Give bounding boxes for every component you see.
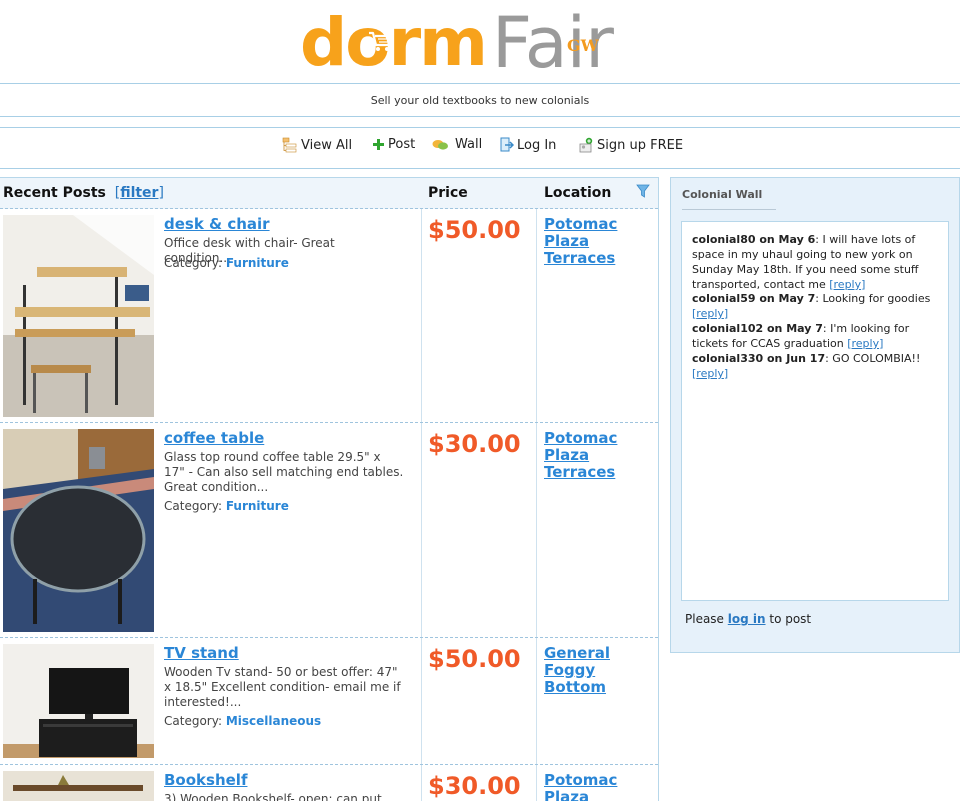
tagline-divider [0, 116, 960, 117]
message-author: colonial330 on Jun 17 [692, 352, 826, 365]
filter-funnel-icon[interactable] [636, 184, 650, 198]
filter-link[interactable]: filter [120, 185, 158, 201]
coffee-table-photo [3, 429, 154, 632]
header-divider [0, 83, 960, 84]
post-description: Glass top round coffee table 29.5" x 17"… [164, 450, 404, 494]
post-thumbnail-coffee-table[interactable] [3, 429, 154, 632]
nav-wall[interactable]: Wall [432, 137, 482, 152]
nav-post[interactable]: Post [372, 137, 415, 152]
category-label: Category: [164, 499, 222, 513]
wall-message: colonial80 on May 6: I will have lots of… [692, 233, 919, 291]
post-category: Category: Furniture [164, 256, 289, 270]
wall-login-prompt: Please log in to post [685, 612, 811, 626]
view-all-icon [282, 137, 297, 153]
login-icon [500, 137, 514, 152]
post-title-link[interactable]: desk & chair [164, 215, 270, 233]
post-thumbnail-tv-stand[interactable] [3, 644, 154, 758]
post-title-link[interactable]: Bookshelf [164, 771, 247, 789]
table-header: Recent Posts [filter] Price Location [0, 178, 658, 209]
post-price: $30.00 [428, 430, 521, 458]
colonial-wall-panel: Colonial Wall colonial80 on May 6: I wil… [670, 177, 960, 653]
post-title-link[interactable]: coffee table [164, 429, 264, 447]
main-nav: View All Post Wall Log In Sign up FREE [0, 137, 960, 159]
shopping-cart-icon [369, 31, 394, 51]
wall-title: Colonial Wall [682, 188, 763, 201]
post-location-link[interactable]: Potomac Plaza Terraces [544, 772, 656, 801]
bookshelf-photo [3, 771, 154, 801]
nav-top-divider [0, 127, 960, 128]
nav-sign-up-label: Sign up FREE [597, 137, 684, 153]
message-text: : GO COLOMBIA!! [825, 352, 921, 365]
post-price: $30.00 [428, 772, 521, 800]
nav-bottom-divider [0, 168, 960, 169]
message-author: colonial102 on May 7 [692, 322, 823, 335]
reply-link[interactable]: reply [696, 367, 724, 380]
post-category: Category: Miscellaneous [164, 714, 321, 728]
tv-stand-photo [3, 644, 154, 758]
reply-link[interactable]: reply [852, 337, 880, 350]
nav-sign-up[interactable]: Sign up FREE [579, 137, 683, 153]
reply-link[interactable]: reply [834, 278, 862, 291]
post-location-link[interactable]: Potomac Plaza Terraces [544, 430, 656, 481]
wall-message: colonial59 on May 7: Looking for goodies… [692, 292, 931, 320]
tagline: Sell your old textbooks to new colonials [370, 94, 590, 107]
nav-post-label: Post [388, 137, 416, 152]
message-text: : Looking for goodies [815, 292, 931, 305]
post-price: $50.00 [428, 645, 521, 673]
header-recent-posts-label: Recent Posts [3, 185, 106, 201]
category-value[interactable]: Furniture [226, 256, 289, 270]
header-price: Price [428, 185, 468, 201]
message-author: colonial80 on May 6 [692, 233, 816, 246]
nav-log-in[interactable]: Log In [500, 137, 556, 153]
wall-message: colonial330 on Jun 17: GO COLOMBIA!! [re… [692, 352, 921, 380]
post-thumbnail-bookshelf[interactable] [3, 771, 154, 801]
message-author: colonial59 on May 7 [692, 292, 816, 305]
table-row: TV stand Wooden Tv stand- 50 or best off… [0, 638, 658, 765]
signup-icon [579, 137, 593, 153]
plus-icon [373, 139, 384, 150]
wall-message: colonial102 on May 7: I'm looking for ti… [692, 322, 910, 350]
nav-view-all-label: View All [301, 137, 353, 153]
post-location-link[interactable]: Potomac Plaza Terraces [544, 216, 656, 267]
nav-wall-label: Wall [455, 137, 483, 152]
recent-posts-table: Recent Posts [filter] Price Location des… [0, 177, 659, 801]
category-label: Category: [164, 256, 222, 270]
chat-bubbles-icon [432, 139, 448, 150]
category-value[interactable]: Furniture [226, 499, 289, 513]
wall-messages[interactable]: colonial80 on May 6: I will have lots of… [681, 221, 949, 601]
desk-chair-photo [3, 215, 154, 417]
logo-gw-badge: GW [567, 36, 599, 55]
post-price: $50.00 [428, 216, 521, 244]
login-prompt-suffix: to post [765, 612, 812, 626]
category-label: Category: [164, 714, 222, 728]
post-description: Wooden Tv stand- 50 or best offer: 47" x… [164, 665, 401, 709]
wall-title-underline [682, 209, 776, 210]
reply-link[interactable]: reply [696, 307, 724, 320]
wall-log-in-link[interactable]: log in [728, 612, 766, 626]
table-row: Bookshelf 3) Wooden Bookshelf- open; can… [0, 765, 658, 801]
login-prompt-prefix: Please [685, 612, 728, 626]
table-row: coffee table Glass top round coffee tabl… [0, 423, 658, 638]
category-value[interactable]: Miscellaneous [226, 714, 321, 728]
post-category: Category: Furniture [164, 499, 289, 513]
header-location: Location [544, 185, 612, 201]
site-logo[interactable]: dorm Fair GW [0, 0, 960, 82]
table-row: desk & chair Office desk with chair- Gre… [0, 209, 658, 423]
header-recent-posts: Recent Posts [filter] [3, 185, 164, 201]
post-location-link[interactable]: General Foggy Bottom [544, 645, 656, 696]
post-thumbnail-desk[interactable] [3, 215, 154, 417]
nav-view-all[interactable]: View All [282, 137, 352, 153]
nav-log-in-label: Log In [517, 137, 557, 153]
post-title-link[interactable]: TV stand [164, 644, 239, 662]
